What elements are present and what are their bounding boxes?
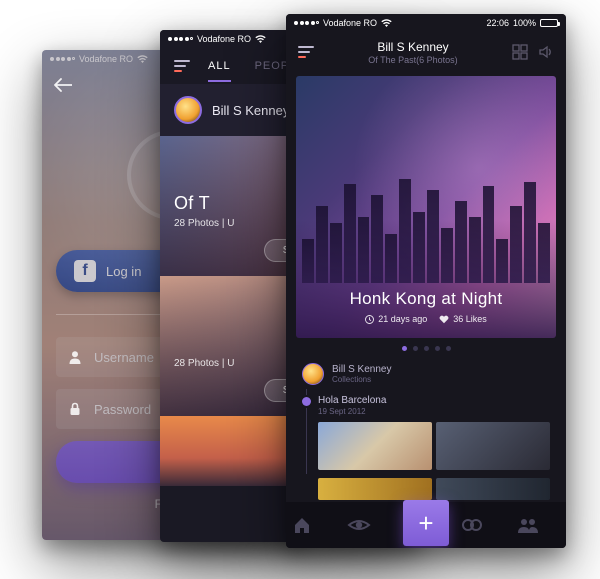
carrier-label: Vodafone RO (323, 18, 377, 28)
plus-icon: + (418, 508, 433, 539)
signal-dots-icon (294, 21, 319, 25)
timeline-title: Hola Barcelona (318, 395, 550, 406)
avatar (302, 363, 324, 385)
back-arrow-icon[interactable] (54, 78, 72, 92)
tab-discover[interactable] (461, 515, 505, 535)
tab-all[interactable]: ALL (208, 60, 231, 72)
user-icon (68, 350, 84, 364)
skyline-decoration (296, 173, 556, 283)
hero-time: 21 days ago (365, 314, 427, 324)
lock-icon (68, 402, 84, 416)
status-time: 22:06 (486, 18, 509, 28)
grid-icon[interactable] (512, 44, 528, 60)
tab-eye[interactable] (347, 515, 391, 535)
avatar (174, 96, 202, 124)
menu-icon[interactable] (298, 46, 314, 58)
tab-home[interactable] (292, 515, 336, 535)
tab-add[interactable]: + (403, 500, 449, 546)
nav-title: Bill S Kenney (314, 40, 512, 54)
collections-header[interactable]: Bill S Kenney Collections (286, 359, 566, 389)
timeline-item (286, 478, 566, 500)
wifi-icon (381, 19, 392, 28)
battery-pct: 100% (513, 18, 536, 28)
timeline-date: 19 Sept 2012 (318, 407, 550, 416)
collections-owner: Bill S Kenney (332, 364, 391, 376)
user-name: Bill S Kenney (212, 103, 289, 118)
photo-thumb[interactable] (318, 422, 432, 470)
timeline-node-icon (302, 397, 311, 406)
wifi-icon (255, 35, 266, 44)
collections-label: Collections (332, 375, 391, 384)
gallery-nav: Bill S Kenney Of The Past(6 Photos) (286, 32, 566, 72)
hero-likes: 36 Likes (439, 314, 487, 324)
photo-thumb[interactable] (436, 422, 550, 470)
status-bar: Vodafone RO 22:06 100% (286, 14, 566, 32)
speaker-icon[interactable] (538, 44, 554, 60)
tab-people[interactable] (516, 515, 560, 535)
timeline-item[interactable]: Hola Barcelona 19 Sept 2012 (286, 389, 566, 474)
tab-bar: + (286, 502, 566, 548)
photo-thumb[interactable] (318, 478, 432, 500)
signal-dots-icon (168, 37, 193, 41)
page-indicator (286, 346, 566, 351)
hero-title: Honk Kong at Night (296, 289, 556, 309)
photo-thumb[interactable] (436, 478, 550, 500)
carrier-label: Vodafone RO (197, 34, 251, 44)
menu-icon[interactable] (174, 60, 190, 72)
battery-icon (540, 19, 558, 27)
nav-subtitle: Of The Past(6 Photos) (314, 55, 512, 65)
hero-photo[interactable]: Honk Kong at Night 21 days ago 36 Likes (296, 76, 556, 338)
gallery-screen: Vodafone RO 22:06 100% Bill S Kenney Of … (286, 14, 566, 548)
